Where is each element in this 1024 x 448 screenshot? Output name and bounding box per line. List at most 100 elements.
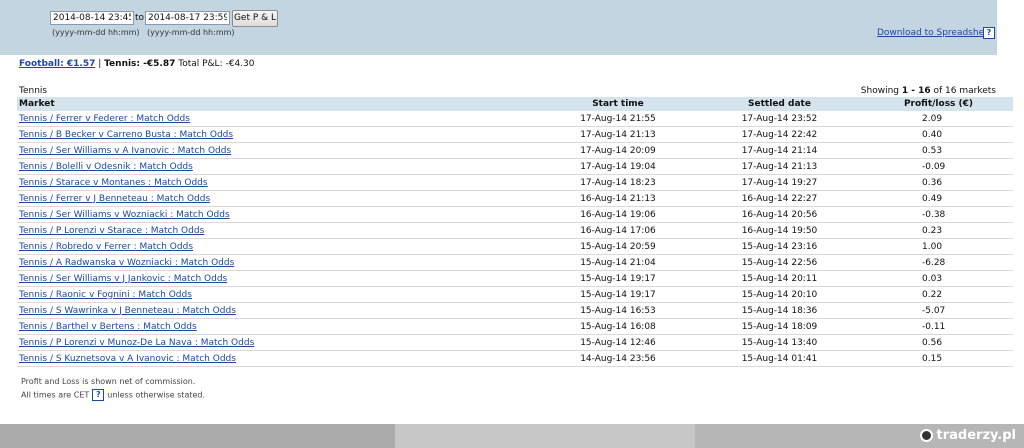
table-row: Tennis / S Wawrinka v J Benneteau : Matc… (17, 302, 1013, 319)
start-time-cell: 17-Aug-14 21:55 (541, 111, 695, 127)
watermark-logo-icon (919, 429, 933, 442)
table-row: Tennis / B Becker v Carreno Busta : Matc… (17, 126, 1013, 143)
start-time-cell: 17-Aug-14 20:09 (541, 142, 695, 159)
download-spreadsheet-link[interactable]: Download to Spreadsheet (877, 28, 993, 38)
market-cell: Tennis / S Kuznetsova v A Ivanovic : Mat… (17, 350, 541, 367)
settled-date-cell: 15-Aug-14 01:41 (695, 350, 864, 367)
market-cell: Tennis / Robredo v Ferrer : Match Odds (17, 238, 541, 255)
market-cell: Tennis / Raonic v Fognini : Match Odds (17, 286, 541, 303)
profit-loss-cell: 0.23 (864, 222, 1013, 239)
market-link[interactable]: Tennis / Ser Williams v Wozniacki : Matc… (19, 210, 230, 220)
market-cell: Tennis / Bolelli v Odesnik : Match Odds (17, 158, 541, 175)
settled-date-cell: 17-Aug-14 21:14 (695, 142, 864, 159)
profit-loss-cell: 0.56 (864, 334, 1013, 351)
start-time-cell: 16-Aug-14 19:06 (541, 206, 695, 223)
market-link[interactable]: Tennis / Ser Williams v J Jankovic : Mat… (19, 274, 227, 284)
settled-date-cell: 15-Aug-14 18:09 (695, 318, 864, 335)
start-time-cell: 15-Aug-14 21:04 (541, 254, 695, 271)
from-date-input[interactable] (50, 11, 134, 25)
watermark: traderzy.pl (919, 428, 1016, 443)
table-row: Tennis / P Lorenzi v Munoz-De La Nava : … (17, 334, 1013, 351)
bottom-bar (0, 424, 1024, 448)
settled-date-cell: 17-Aug-14 22:42 (695, 126, 864, 143)
start-time-cell: 17-Aug-14 21:13 (541, 126, 695, 143)
market-cell: Tennis / Barthel v Bertens : Match Odds (17, 318, 541, 335)
settled-date-cell: 15-Aug-14 13:40 (695, 334, 864, 351)
market-link[interactable]: Tennis / Ferrer v Federer : Match Odds (19, 114, 190, 124)
tennis-pnl-label: Tennis: -€5.87 (104, 59, 176, 69)
summary-separator: | (95, 59, 105, 69)
profit-loss-cell: 0.15 (864, 350, 1013, 367)
table-row: Tennis / Ferrer v J Benneteau : Match Od… (17, 190, 1013, 207)
profit-loss-cell: 0.22 (864, 286, 1013, 303)
section-title: Tennis (19, 86, 48, 96)
market-cell: Tennis / B Becker v Carreno Busta : Matc… (17, 126, 541, 143)
profit-loss-cell: 0.40 (864, 126, 1013, 143)
showing-count: Showing 1 - 16 of 16 markets (861, 86, 996, 96)
table-row: Tennis / S Kuznetsova v A Ivanovic : Mat… (17, 350, 1013, 367)
market-cell: Tennis / Ferrer v Federer : Match Odds (17, 111, 541, 127)
table-row: Tennis / Ferrer v Federer : Match Odds 17… (17, 111, 1013, 127)
settled-date-cell: 15-Aug-14 23:16 (695, 238, 864, 255)
showing-range: 1 - 16 (901, 86, 931, 96)
market-link[interactable]: Tennis / Ferrer v J Benneteau : Match Od… (19, 194, 210, 204)
market-link[interactable]: Tennis / Raonic v Fognini : Match Odds (19, 290, 192, 300)
settled-date-cell: 17-Aug-14 23:52 (695, 111, 864, 127)
get-pnl-button[interactable]: Get P & L (232, 10, 278, 27)
header-market: Market (17, 97, 541, 111)
settled-date-cell: 17-Aug-14 19:27 (695, 174, 864, 191)
start-time-cell: 17-Aug-14 18:23 (541, 174, 695, 191)
total-pnl-value: -€4.30 (225, 59, 255, 69)
start-time-cell: 17-Aug-14 19:04 (541, 158, 695, 175)
market-link[interactable]: Tennis / A Radwanska v Wozniacki : Match… (19, 258, 234, 268)
market-cell: Tennis / Ser Williams v J Jankovic : Mat… (17, 270, 541, 287)
profit-loss-cell: 0.36 (864, 174, 1013, 191)
start-time-cell: 15-Aug-14 19:17 (541, 286, 695, 303)
table-row: Tennis / Bolelli v Odesnik : Match Odds 1… (17, 158, 1013, 175)
showing-suffix: of 16 markets (930, 86, 996, 96)
start-time-cell: 16-Aug-14 21:13 (541, 190, 695, 207)
bottom-bar-segment (0, 424, 395, 448)
market-link[interactable]: Tennis / Barthel v Bertens : Match Odds (19, 322, 197, 332)
profit-loss-cell: -0.38 (864, 206, 1013, 223)
header-settled-date: Settled date (695, 97, 864, 111)
commission-note: Profit and Loss is shown net of commissi… (21, 377, 196, 386)
settled-date-cell: 16-Aug-14 22:27 (695, 190, 864, 207)
market-link[interactable]: Tennis / Robredo v Ferrer : Match Odds (19, 242, 193, 252)
market-cell: Tennis / Ser Williams v Wozniacki : Matc… (17, 206, 541, 223)
timezone-help-icon[interactable]: ? (92, 389, 105, 401)
settled-date-cell: 16-Aug-14 19:50 (695, 222, 864, 239)
market-link[interactable]: Tennis / Starace v Montanes : Match Odds (19, 178, 208, 188)
market-link[interactable]: Tennis / S Kuznetsova v A Ivanovic : Mat… (19, 354, 236, 364)
market-link[interactable]: Tennis / S Wawrinka v J Benneteau : Matc… (19, 306, 236, 316)
football-pnl-link[interactable]: Football: €1.57 (19, 59, 95, 69)
start-time-cell: 16-Aug-14 17:06 (541, 222, 695, 239)
market-cell: Tennis / P Lorenzi v Munoz-De La Nava : … (17, 334, 541, 351)
profit-loss-cell: 0.03 (864, 270, 1013, 287)
profit-loss-cell: -5.07 (864, 302, 1013, 319)
market-cell: Tennis / S Wawrinka v J Benneteau : Matc… (17, 302, 541, 319)
to-format-hint: (yyyy-mm-dd hh:mm) (147, 28, 235, 37)
start-time-cell: 14-Aug-14 23:56 (541, 350, 695, 367)
header-start-time: Start time (541, 97, 695, 111)
table-row: Tennis / Barthel v Bertens : Match Odds 1… (17, 318, 1013, 335)
download-help-icon[interactable]: ? (983, 27, 995, 39)
settled-date-cell: 16-Aug-14 20:56 (695, 206, 864, 223)
start-time-cell: 15-Aug-14 19:17 (541, 270, 695, 287)
market-link[interactable]: Tennis / P Lorenzi v Starace : Match Odd… (19, 226, 204, 236)
watermark-text: traderzy.pl (936, 428, 1016, 443)
table-row: Tennis / Robredo v Ferrer : Match Odds 15… (17, 238, 1013, 255)
settled-date-cell: 15-Aug-14 18:36 (695, 302, 864, 319)
settled-date-cell: 15-Aug-14 20:10 (695, 286, 864, 303)
market-link[interactable]: Tennis / Ser Williams v A Ivanovic : Mat… (19, 146, 231, 156)
market-link[interactable]: Tennis / P Lorenzi v Munoz-De La Nava : … (19, 338, 254, 348)
profit-loss-cell: 1.00 (864, 238, 1013, 255)
bottom-bar-segment (395, 424, 695, 448)
settled-date-cell: 15-Aug-14 20:11 (695, 270, 864, 287)
table-header-row: Market Start time Settled date Profit/lo… (17, 97, 1013, 111)
to-date-input[interactable] (145, 11, 230, 25)
market-cell: Tennis / Ferrer v J Benneteau : Match Od… (17, 190, 541, 207)
table-row: Tennis / Ser Williams v A Ivanovic : Mat… (17, 142, 1013, 159)
market-link[interactable]: Tennis / B Becker v Carreno Busta : Matc… (19, 130, 233, 140)
market-link[interactable]: Tennis / Bolelli v Odesnik : Match Odds (19, 162, 193, 172)
